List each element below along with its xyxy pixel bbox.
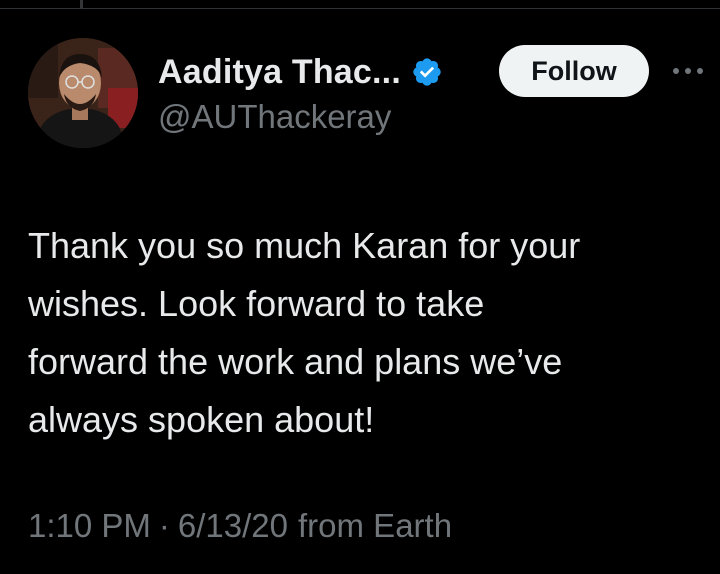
tweet-metadata: 1:10 PM · 6/13/20 from Earth [28, 507, 452, 545]
tweet-text: Thank you so much Karan for your wishes.… [28, 225, 581, 440]
more-horizontal-icon [673, 68, 703, 74]
author-display-name[interactable]: Aaditya Thac... [158, 53, 401, 92]
avatar-image [28, 38, 138, 148]
top-divider [0, 8, 720, 9]
avatar[interactable] [28, 38, 138, 148]
more-options-button[interactable] [668, 56, 708, 86]
author-handle[interactable]: @AUThackeray [158, 98, 391, 136]
thread-connector-line [80, 0, 83, 9]
tweet-date[interactable]: 6/13/20 [178, 507, 288, 545]
verified-badge-icon [411, 56, 443, 88]
author-name-row[interactable]: Aaditya Thac... [158, 50, 443, 94]
tweet-time[interactable]: 1:10 PM [28, 507, 151, 545]
tweet-source: from Earth [298, 507, 453, 544]
follow-button[interactable]: Follow [499, 45, 649, 97]
meta-separator: · [158, 507, 170, 544]
